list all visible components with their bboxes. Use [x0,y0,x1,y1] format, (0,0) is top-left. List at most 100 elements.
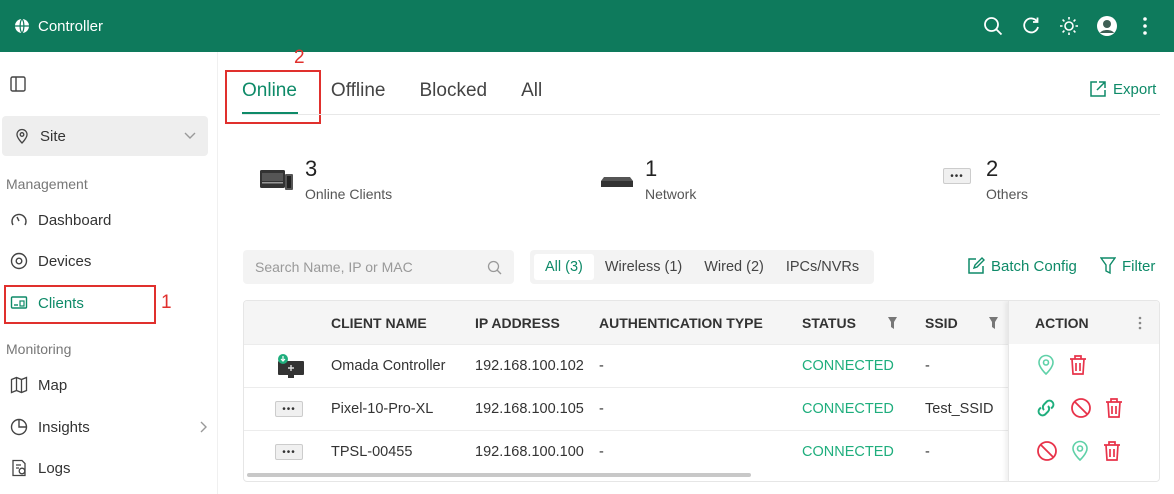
delete-icon[interactable] [1104,397,1124,419]
more-vertical-icon[interactable] [1126,7,1164,45]
locate-icon[interactable] [1070,440,1090,462]
col-ip-address[interactable]: IP ADDRESS [475,315,560,331]
delete-icon[interactable] [1102,440,1122,462]
row-actions [1036,354,1088,376]
tab-divider [242,114,1160,115]
col-client-name[interactable]: CLIENT NAME [331,315,427,331]
segment-wired[interactable]: Wired (2) [693,254,775,280]
sidebar-item-label: Insights [38,418,90,436]
ip-address: 192.168.100.105 [475,401,584,417]
other-device-icon: ••• [275,444,303,460]
stat-network: 1 Network [598,158,696,202]
sidebar-item-devices[interactable]: Devices [10,246,210,276]
auth-type: - [599,358,604,374]
stat-label: Online Clients [305,186,393,202]
theme-icon[interactable] [1050,7,1088,45]
tab-online[interactable]: Online [242,80,297,102]
col-action: ACTION [1035,315,1089,331]
ip-address: 192.168.100.100 [475,444,584,460]
sidebar-item-dashboard[interactable]: Dashboard [10,205,210,235]
sidebar-item-insights[interactable]: Insights [10,412,210,442]
link-icon[interactable] [1034,397,1058,419]
search-icon [487,260,502,274]
site-selector[interactable]: Site [2,116,208,156]
client-name[interactable]: TPSL-00455 [331,444,412,460]
segment-all[interactable]: All (3) [534,254,594,280]
computer-icon [260,170,293,190]
stat-value: 2 [986,156,999,181]
block-icon[interactable] [1036,440,1058,462]
brand: Controller [14,18,103,35]
client-type-filter: All (3) Wireless (1) Wired (2) IPCs/NVRs [530,250,875,284]
block-icon[interactable] [1070,397,1092,419]
sidebar: Site Management Dashboard Devices Client… [0,52,218,494]
refresh-icon[interactable] [1012,7,1050,45]
sidebar-item-label: Devices [38,252,92,270]
row-actions [1034,397,1124,419]
location-pin-icon [16,128,28,144]
globe-icon [15,18,29,34]
search-input[interactable]: Search Name, IP or MAC [243,250,514,284]
stat-online-clients: 3 Online Clients [258,158,392,202]
segment-ipcs-nvrs[interactable]: IPCs/NVRs [775,254,870,280]
annotation-label-1: 1 [161,292,172,313]
export-label: Export [1113,80,1157,98]
column-settings-icon[interactable] [1138,316,1142,330]
column-filter-icon[interactable] [989,317,998,329]
avatar[interactable] [1088,7,1126,45]
annotation-box-1 [4,285,156,324]
action-column: ACTION [1008,301,1159,481]
action-header: ACTION [1009,301,1159,344]
section-monitoring: Monitoring [6,341,72,357]
stat-value: 1 [645,156,658,181]
batch-config-button[interactable]: Batch Config [967,257,1077,275]
status-badge: CONNECTED [802,444,894,460]
stat-label: Others [986,186,1029,202]
clients-table: CLIENT NAME IP ADDRESS AUTHENTICATION TY… [243,300,1160,482]
col-authentication-type[interactable]: AUTHENTICATION TYPE [599,315,763,331]
auth-type: - [599,444,604,460]
ssid: - [925,444,930,460]
row-actions [1036,440,1122,462]
filter-label: Filter [1122,257,1156,275]
col-status[interactable]: STATUS [802,315,856,331]
tab-all[interactable]: All [521,80,542,102]
stat-label: Network [645,186,697,202]
logs-icon [12,459,26,477]
dashboard-icon [11,213,27,226]
auth-type: - [599,401,604,417]
sidebar-item-map[interactable]: Map [10,370,210,400]
chevron-right-icon [200,421,207,433]
ssid: - [925,358,930,374]
client-name[interactable]: Pixel-10-Pro-XL [331,401,433,417]
segment-wireless[interactable]: Wireless (1) [594,254,693,280]
horizontal-scrollbar[interactable] [247,473,751,477]
sidebar-item-logs[interactable]: Logs [10,453,210,483]
tab-blocked[interactable]: Blocked [420,80,488,102]
other-device-icon: ••• [275,401,303,417]
search-placeholder: Search Name, IP or MAC [255,259,413,275]
top-bar: Controller [0,0,1174,52]
client-name[interactable]: Omada Controller [331,358,445,374]
delete-icon[interactable] [1068,354,1088,376]
sidebar-item-label: Map [38,376,68,394]
ip-address: 192.168.100.102 [475,358,584,374]
sidebar-item-label: Logs [38,459,71,477]
filter-button[interactable]: Filter [1100,257,1155,275]
tab-offline[interactable]: Offline [331,80,386,102]
status-badge: CONNECTED [802,401,894,417]
app-title: Controller [38,17,104,35]
column-filter-icon[interactable] [888,317,897,329]
filter-icon [1100,257,1116,275]
export-button[interactable]: Export [1089,80,1156,98]
map-icon [10,376,28,394]
export-icon [1090,81,1106,97]
sidebar-toggle-icon[interactable] [10,76,26,97]
search-icon[interactable] [974,7,1012,45]
chevron-down-icon [184,132,196,139]
others-icon: ••• [943,168,971,184]
col-ssid[interactable]: SSID [925,315,958,331]
section-management: Management [6,176,88,192]
network-device-icon [601,177,633,187]
locate-icon[interactable] [1036,354,1056,376]
